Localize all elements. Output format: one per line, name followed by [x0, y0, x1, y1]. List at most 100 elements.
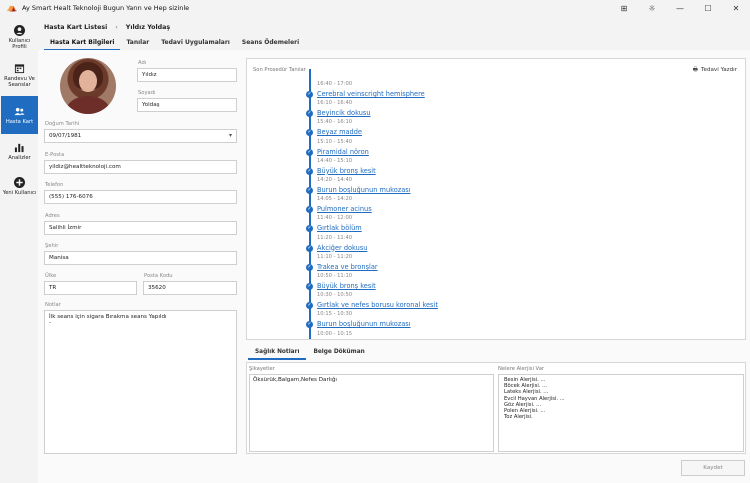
timeline-time: 16:10 - 16:40 [317, 100, 353, 107]
timeline-item: 15:10 - 15:40 Piramidal nöron ✓ [306, 138, 369, 157]
sidebar-item-label: Analizler [8, 154, 31, 161]
calendar-icon [14, 63, 25, 73]
timeline-item: 14:20 - 14:40 Burun boşluğunun mukozası ✓ [306, 176, 411, 195]
print-label: Tedavi Yazdır [701, 67, 737, 73]
health-notes-panel: Şikayetler Öksürük,Balgam,Nefes Darlığı … [246, 362, 746, 454]
name-field[interactable]: Yıldız [137, 68, 237, 82]
timeline-procedure-link[interactable]: Beyincik dokusu [317, 108, 371, 118]
title-bar: ⛺ Ay Smart Healt Teknoloji Bugun Yarın v… [0, 0, 750, 16]
check-icon: ✓ [306, 283, 313, 290]
timeline-time: 16:40 - 17:00 [317, 81, 353, 87]
timeline-procedure-link[interactable]: Beyaz madde [317, 127, 362, 137]
timeline-time: 11:10 - 11:20 [317, 253, 353, 260]
print-treatment-button[interactable]: 🖶 Tedavi Yazdır [693, 65, 737, 75]
notes-label: Notlar [45, 302, 61, 308]
tab-health-notes[interactable]: Sağlık Notları [248, 348, 307, 360]
timeline-item: 16:40 - 17:00 Cerebral veinscright hemisp… [306, 80, 425, 99]
timeline-time: 10:00 - 10:15 [317, 330, 353, 337]
email-field[interactable]: yildiz@healtteknoloji.com [44, 160, 237, 174]
city-field[interactable]: Manisa [44, 251, 237, 265]
email-label: E-Posta [45, 152, 65, 158]
minimize-button[interactable]: — [666, 4, 694, 13]
complaints-textarea[interactable]: Öksürük,Balgam,Nefes Darlığı [249, 374, 494, 452]
phone-label: Telefon [45, 182, 64, 188]
layout-icon[interactable]: ⊞ [610, 4, 638, 13]
sidebar-item-appointments[interactable]: Randevu Ve Seanslar [1, 56, 38, 94]
timeline-time: 10:50 - 11:10 [317, 273, 353, 279]
timeline-time: 15:10 - 15:40 [317, 138, 353, 145]
theme-toggle-icon[interactable]: ☼ [638, 4, 666, 13]
sidebar-item-profile[interactable]: Kullanıcı Profili [1, 20, 38, 54]
birthdate-picker[interactable]: 09/07/1981 [44, 129, 237, 143]
timeline-procedure-link[interactable]: Gırtlak bölüm [317, 223, 362, 233]
birthdate-value: 09/07/1981 [49, 133, 82, 139]
tab-documents[interactable]: Belge Döküman [306, 348, 371, 360]
close-button[interactable]: ✕ [722, 4, 750, 13]
timeline-item: 10:30 - 10:50 Gırtlak ve nefes borusu kor… [306, 291, 438, 310]
sidebar-item-analytics[interactable]: Analizler [1, 136, 38, 166]
procedures-title: Son Prosedür Tanılar [253, 67, 306, 73]
timeline-procedure-link[interactable]: Büyük bronş kesit [317, 166, 376, 176]
users-icon [14, 107, 25, 115]
timeline-time: 10:30 - 10:50 [317, 292, 353, 299]
save-button[interactable]: Kaydet [681, 460, 745, 476]
timeline-time: 14:05 - 14:20 [317, 196, 353, 203]
timeline-item: 14:40 - 15:10 Büyük bronş kesit ✓ [306, 157, 376, 176]
page-header: Hasta Kart Listesi › Yıldız Yoldaş Hasta… [38, 16, 750, 51]
check-icon: ✓ [306, 110, 313, 118]
allergies-label: Nelere Alerjisi Var [498, 366, 545, 372]
check-icon: ✓ [306, 91, 313, 98]
timeline-procedure-link[interactable]: Burun boşluğunun mukozası [317, 319, 411, 329]
breadcrumb-item[interactable]: Hasta Kart Listesi [44, 24, 107, 31]
timeline-procedure-link[interactable]: Gırtlak ve nefes borusu koronal kesit [317, 300, 438, 310]
postal-code-field[interactable]: 35620 [143, 281, 237, 295]
surname-label: Soyadı [138, 90, 156, 96]
timeline-item: 10:15 - 10:30 Burun boşluğunun mukozası ✓ [306, 310, 411, 329]
printer-icon: 🖶 [692, 67, 699, 73]
allergy-item[interactable]: Toz Alerjisi. [502, 414, 740, 420]
breadcrumb: Hasta Kart Listesi › Yıldız Yoldaş [44, 24, 170, 31]
country-label: Ülke [45, 273, 57, 279]
address-label: Adres [45, 213, 60, 219]
timeline-procedure-link[interactable]: Akciğer dokusu [317, 243, 367, 253]
procedures-panel: Son Prosedür Tanılar 🖶 Tedavi Yazdır 16:… [246, 58, 746, 340]
app-logo-icon: ⛺ [7, 3, 17, 12]
timeline-procedure-link[interactable]: Büyük bronş kesit [317, 281, 376, 291]
timeline-time: 11:40 - 12:00 [317, 215, 353, 222]
timeline-item: 11:20 - 11:40 Akciğer dokusu ✓ [306, 234, 367, 253]
sidebar-item-patient-card[interactable]: Hasta Kart [1, 96, 38, 134]
sidebar-item-new-user[interactable]: Yeni Kullanıcı [1, 168, 38, 204]
phone-field[interactable]: (555) 176-6076 [44, 190, 237, 204]
sidebar-item-label: Yeni Kullanıcı [2, 189, 37, 196]
complaints-label: Şikayetler [249, 366, 275, 372]
check-icon: ✓ [306, 225, 313, 233]
timeline-item: 16:10 - 16:40 Beyincik dokusu ✓ [306, 99, 371, 118]
timeline-time: 15:40 - 16:10 [317, 119, 353, 126]
allergies-list[interactable]: Besin Alerjisi. ... Böcek Alerjisi. ... La… [498, 374, 744, 452]
name-label: Adı [138, 60, 147, 66]
window-controls: ⊞ ☼ — ☐ ✕ [610, 0, 750, 16]
timeline-item: 15:40 - 16:10 Beyaz madde ✓ [306, 118, 362, 137]
timeline-procedure-link[interactable]: Piramidal nöron [317, 147, 369, 157]
country-field[interactable]: TR [44, 281, 137, 295]
timeline-procedure-link[interactable]: Pulmoner acinus [317, 204, 372, 214]
timeline-time: 14:40 - 15:10 [317, 157, 353, 164]
timeline-time: 14:20 - 14:40 [317, 177, 353, 183]
timeline-procedure-link[interactable]: Cerebral veinscright hemisphere [317, 89, 425, 99]
sidebar-item-label: Hasta Kart [5, 118, 34, 125]
notes-textarea[interactable]: İlk seans için sigara Bırakma seans Yapı… [44, 310, 237, 454]
timeline-item: 11:40 - 12:00 Gırtlak bölüm ✓ [306, 214, 362, 233]
check-icon: ✓ [306, 321, 313, 329]
sidebar-item-label: Randevu Ve Seanslar [4, 75, 35, 88]
check-icon: ✓ [306, 244, 313, 252]
timeline-procedure-link[interactable]: Trakea ve bronşlar [317, 262, 378, 272]
plus-circle-icon [14, 176, 25, 188]
timeline-procedure-link[interactable]: Burun boşluğunun mukozası [317, 185, 411, 195]
check-icon: ✓ [306, 302, 313, 310]
maximize-button[interactable]: ☐ [694, 4, 722, 13]
surname-field[interactable]: Yoldaş [137, 98, 237, 112]
birthdate-label: Doğum Tarihi [45, 121, 80, 127]
timeline-time: 10:15 - 10:30 [317, 311, 353, 318]
address-field[interactable]: Salihli İzmir [44, 221, 237, 235]
sidebar: Kullanıcı Profili Randevu Ve Seanslar Ha… [0, 16, 39, 483]
